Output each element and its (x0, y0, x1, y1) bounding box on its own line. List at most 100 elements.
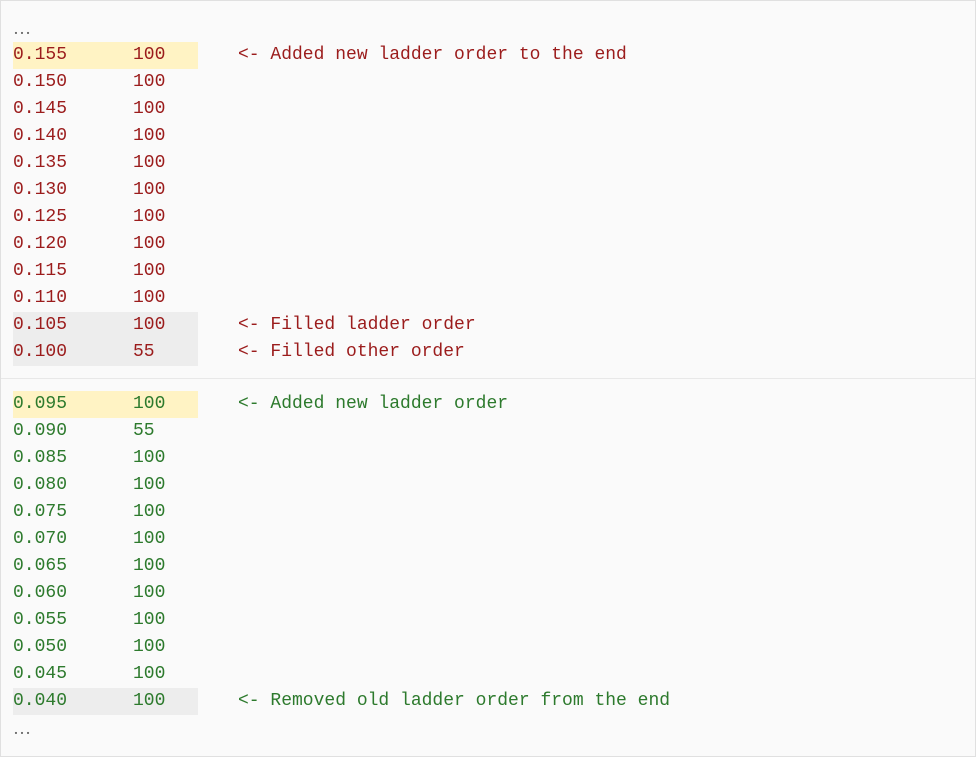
asks-row: 0.140100 (13, 123, 963, 150)
price-value: 0.125 (13, 204, 133, 231)
bids-row: 0.075100 (13, 499, 963, 526)
bids-row: 0.095100<- Added new ladder order (13, 391, 963, 418)
qty-value: 100 (133, 69, 165, 96)
qty-value: 100 (133, 258, 165, 285)
asks-row: 0.115100 (13, 258, 963, 285)
price-value: 0.130 (13, 177, 133, 204)
price-qty-cell: 0.080100 (13, 472, 198, 499)
price-value: 0.145 (13, 96, 133, 123)
asks-section: … 0.155100<- Added new ladder order to t… (13, 11, 963, 370)
qty-value: 100 (133, 42, 165, 69)
price-qty-cell: 0.055100 (13, 607, 198, 634)
asks-row: 0.155100 <- Added new ladder order to the… (13, 42, 963, 69)
price-qty-cell: 0.065100 (13, 553, 198, 580)
bids-row: 0.09055 (13, 418, 963, 445)
price-value: 0.140 (13, 123, 133, 150)
qty-value: 100 (133, 445, 165, 472)
price-value: 0.085 (13, 445, 133, 472)
price-value: 0.115 (13, 258, 133, 285)
ellipsis-bottom: … (13, 715, 963, 742)
price-value: 0.135 (13, 150, 133, 177)
order-book-diagram: … 0.155100<- Added new ladder order to t… (0, 0, 976, 757)
price-value: 0.110 (13, 285, 133, 312)
qty-value: 100 (133, 499, 165, 526)
price-value: 0.060 (13, 580, 133, 607)
price-value: 0.075 (13, 499, 133, 526)
row-annotation: <- Filled ladder order (198, 312, 476, 339)
price-qty-cell: 0.10055 (13, 339, 198, 366)
price-value: 0.045 (13, 661, 133, 688)
qty-value: 100 (133, 472, 165, 499)
qty-value: 55 (133, 339, 155, 366)
qty-value: 100 (133, 688, 165, 715)
price-qty-cell: 0.095100 (13, 391, 198, 418)
bids-section: 0.095100<- Added new ladder order0.09055… (13, 387, 963, 746)
asks-row: 0.150100 (13, 69, 963, 96)
qty-value: 100 (133, 204, 165, 231)
price-value: 0.055 (13, 607, 133, 634)
price-value: 0.155 (13, 42, 133, 69)
bids-row: 0.080100 (13, 472, 963, 499)
bids-rows: 0.095100<- Added new ladder order0.09055… (13, 391, 963, 715)
asks-row: 0.145100 (13, 96, 963, 123)
price-qty-cell: 0.140100 (13, 123, 198, 150)
qty-value: 100 (133, 553, 165, 580)
bids-row: 0.040100<- Removed old ladder order from… (13, 688, 963, 715)
price-qty-cell: 0.060100 (13, 580, 198, 607)
price-qty-cell: 0.050100 (13, 634, 198, 661)
price-value: 0.065 (13, 553, 133, 580)
qty-value: 100 (133, 391, 165, 418)
price-value: 0.150 (13, 69, 133, 96)
asks-row: 0.120100 (13, 231, 963, 258)
price-qty-cell: 0.105100 (13, 312, 198, 339)
bids-row: 0.085100 (13, 445, 963, 472)
asks-rows: 0.155100<- Added new ladder order to the… (13, 42, 963, 366)
bids-row: 0.045100 (13, 661, 963, 688)
qty-value: 100 (133, 96, 165, 123)
price-value: 0.105 (13, 312, 133, 339)
asks-row: 0.10055<- Filled other order (13, 339, 963, 366)
bids-row: 0.060100 (13, 580, 963, 607)
price-qty-cell: 0.145100 (13, 96, 198, 123)
qty-value: 100 (133, 285, 165, 312)
price-qty-cell: 0.110100 (13, 285, 198, 312)
row-annotation: <- Removed old ladder order from the end (198, 688, 670, 715)
qty-value: 100 (133, 231, 165, 258)
bids-row: 0.070100 (13, 526, 963, 553)
price-qty-cell: 0.070100 (13, 526, 198, 553)
qty-value: 100 (133, 312, 165, 339)
asks-row: 0.125100 (13, 204, 963, 231)
bids-row: 0.055100 (13, 607, 963, 634)
asks-row: 0.135100 (13, 150, 963, 177)
asks-row: 0.110100 (13, 285, 963, 312)
spread-divider (1, 378, 975, 379)
price-value: 0.100 (13, 339, 133, 366)
bids-row: 0.065100 (13, 553, 963, 580)
qty-value: 100 (133, 150, 165, 177)
price-value: 0.050 (13, 634, 133, 661)
price-value: 0.090 (13, 418, 133, 445)
qty-value: 100 (133, 177, 165, 204)
price-qty-cell: 0.085100 (13, 445, 198, 472)
qty-value: 100 (133, 123, 165, 150)
price-value: 0.070 (13, 526, 133, 553)
bids-row: 0.050100 (13, 634, 963, 661)
price-qty-cell: 0.125100 (13, 204, 198, 231)
price-value: 0.120 (13, 231, 133, 258)
qty-value: 100 (133, 580, 165, 607)
row-annotation: <- Filled other order (198, 339, 465, 366)
price-value: 0.080 (13, 472, 133, 499)
price-qty-cell: 0.045100 (13, 661, 198, 688)
qty-value: 55 (133, 418, 155, 445)
price-qty-cell: 0.115100 (13, 258, 198, 285)
price-qty-cell: 0.120100 (13, 231, 198, 258)
qty-value: 100 (133, 607, 165, 634)
row-annotation: <- Added new ladder order (198, 391, 508, 418)
price-qty-cell: 0.150100 (13, 69, 198, 96)
price-qty-cell: 0.130100 (13, 177, 198, 204)
row-annotation: <- Added new ladder order to the end (198, 42, 627, 69)
asks-row: 0.130100 (13, 177, 963, 204)
price-value: 0.095 (13, 391, 133, 418)
price-qty-cell: 0.040100 (13, 688, 198, 715)
price-qty-cell: 0.075100 (13, 499, 198, 526)
